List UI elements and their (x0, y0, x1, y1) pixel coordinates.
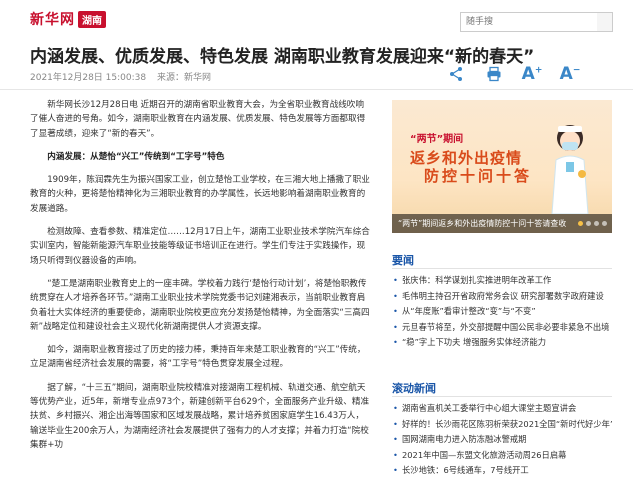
carousel-dots (578, 221, 607, 226)
banner-text: “两节”期间 返乡和外出疫情 防控十问十答 (410, 130, 532, 185)
search-input[interactable] (460, 12, 600, 32)
article-body: 新华网长沙12月28日电 近期召开的湖南省职业教育大会，为全省职业教育战线吹响了… (30, 98, 370, 461)
carousel-dot[interactable] (578, 221, 583, 226)
news-link[interactable]: 毛伟明主持召开省政府常务会议 研究部署数字政府建设 (392, 289, 612, 305)
headline-list: 张庆伟：科学谋划扎实推进明年改革工作毛伟明主持召开省政府常务会议 研究部署数字政… (392, 273, 612, 351)
rolling-news-list: 湖南省直机关工委举行中心组大课堂主题宣讲会好样的！长沙雨花区陈羽析荣获2021全… (392, 401, 612, 479)
news-link[interactable]: 长沙地铁：6号线通车，7号线开工 (392, 463, 612, 479)
font-decrease-button[interactable]: A− (559, 63, 581, 84)
share-button[interactable] (446, 64, 466, 84)
article-paragraph: 检测故障、查看参数、精准定位……12月17日上午，湖南工业职业技术学院汽车综合实… (30, 227, 370, 266)
share-icon (450, 67, 462, 81)
article-paragraph: 新华网长沙12月28日电 近期召开的湖南省职业教育大会，为全省职业教育战线吹响了… (30, 100, 366, 139)
banner-headline-1: 返乡和外出疫情 (410, 149, 523, 167)
promo-banner[interactable]: “两节”期间 返乡和外出疫情 防控十问十答 “两节”期间返乡和外出疫情防控十问十… (392, 100, 612, 233)
article-paragraph: 据了解，“十三五”期间，湖南职业院校精准对接湖南工程机械、轨道交通、航空航天等优… (30, 382, 370, 450)
section-divider (392, 396, 612, 397)
article-paragraph: 如今，湖南职业教育接过了历史的接力棒，秉持百年来楚工职业教育的“兴工”传统，立足… (30, 345, 366, 370)
header-divider (0, 89, 633, 90)
site-logo[interactable]: 新华网 湖南 (30, 10, 106, 28)
news-link[interactable]: 国网湖南电力进入防冻融冰警戒期 (392, 432, 612, 448)
news-link[interactable]: 张庆伟：科学谋划扎实推进明年改革工作 (392, 273, 612, 289)
font-increase-button[interactable]: A+ (521, 63, 543, 84)
top-bar: 新华网 湖南 (0, 0, 633, 34)
print-button[interactable] (484, 64, 504, 84)
carousel-dot[interactable] (594, 221, 599, 226)
article-subheading: 内涵发展：从楚怡“兴工”传统到“工字号”特色 (47, 151, 225, 162)
font-decrease-icon: A− (559, 63, 581, 84)
article-paragraph: “楚工是湖南职业教育史上的一座丰碑。学校着力践行‘楚怡行动计划’，将楚怡职教传统… (30, 278, 370, 332)
banner-headline-2: 防控十问十答 (424, 167, 533, 185)
article-paragraph: 1909年，陈润霖先生为振兴国家工业，创立楚怡工业学校，在三湘大地上播撒了职业教… (30, 175, 370, 214)
article-meta: 2021年12月28日 15:00:38 来源：新华网 (30, 70, 219, 83)
printer-icon (487, 66, 501, 82)
carousel-dot[interactable] (586, 221, 591, 226)
banner-tag: “两节”期间 (410, 134, 464, 145)
publish-time: 2021年12月28日 15:00:38 (30, 73, 147, 83)
section-title-headlines[interactable]: 要闻 (392, 252, 414, 268)
section-divider (392, 268, 612, 269)
news-link[interactable]: 2021年中国—东盟文化旅游活动周26日启幕 (392, 448, 612, 464)
article-source: 来源：新华网 (156, 73, 211, 83)
news-link[interactable]: 好样的！长沙雨花区陈羽析荣获2021全国“新时代好少年” (392, 417, 612, 433)
news-link[interactable]: 湖南省直机关工委举行中心组大课堂主题宣讲会 (392, 401, 612, 417)
section-title-rolling-news[interactable]: 滚动新闻 (392, 380, 436, 396)
nurse-illustration-icon (551, 125, 589, 214)
search-button[interactable] (597, 12, 613, 32)
font-increase-icon: A+ (521, 63, 543, 84)
news-link[interactable]: 从“年度账”看审计整改“变”与“不变” (392, 304, 612, 320)
news-link[interactable]: “稳”字上下功夫 增强服务实体经济能力 (392, 335, 612, 351)
carousel-dot[interactable] (602, 221, 607, 226)
logo-text: 新华网 (30, 12, 75, 28)
region-badge: 湖南 (78, 10, 106, 28)
news-link[interactable]: 元旦春节将至，外交部提醒中国公民非必要非紧急不出境 (392, 320, 612, 336)
